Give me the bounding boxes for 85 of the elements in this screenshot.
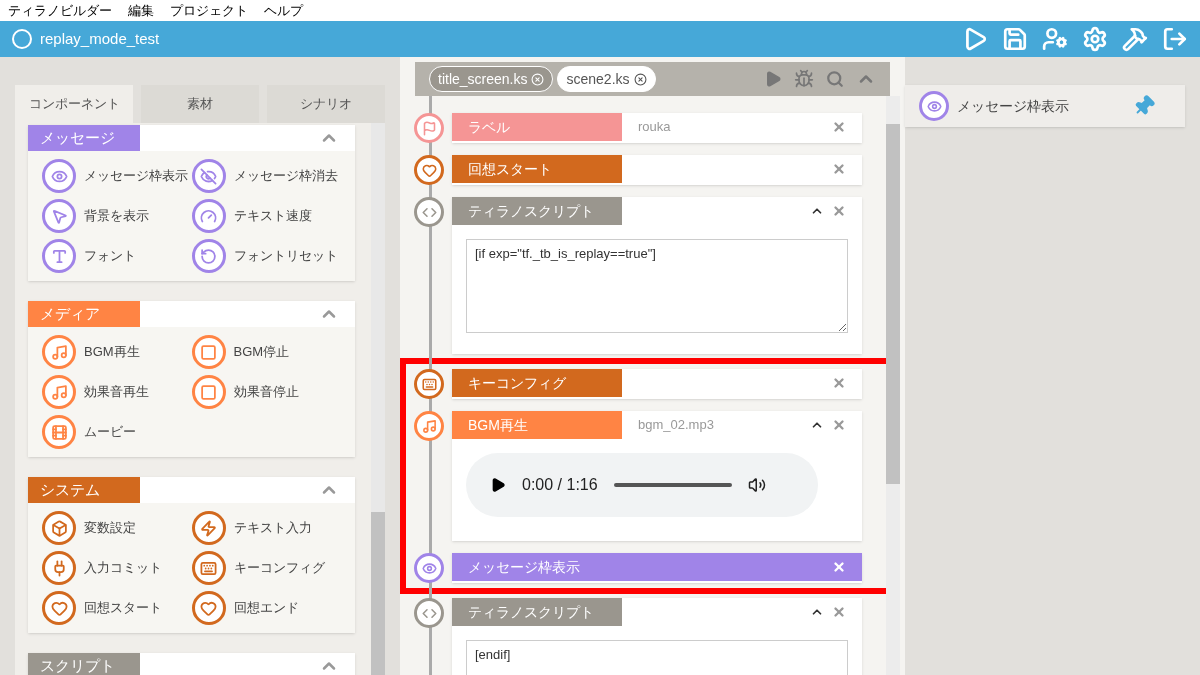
component-item[interactable]: フォント [42, 239, 192, 273]
audio-time: 0:00 / 1:16 [522, 475, 598, 495]
exit-icon[interactable] [1162, 26, 1188, 52]
component-item[interactable]: フォントリセット [191, 239, 341, 273]
section-title: システム [28, 477, 140, 503]
menu-item[interactable]: プロジェクト [170, 0, 248, 21]
type-icon [42, 239, 76, 273]
section-title: メディア [28, 301, 140, 327]
bug-icon[interactable] [794, 69, 814, 89]
block-title: ティラノスクリプト [452, 598, 622, 626]
block-title: ティラノスクリプト [452, 197, 622, 225]
component-item[interactable]: 変数設定 [42, 511, 192, 545]
flag-icon [414, 113, 444, 143]
code-icon [414, 598, 444, 628]
reset-icon [191, 239, 226, 273]
menu-item[interactable]: 編集 [128, 0, 154, 21]
component-item[interactable]: 入力コミット [42, 551, 192, 585]
component-item[interactable]: 効果音再生 [42, 375, 192, 409]
menu-item[interactable]: ヘルプ [264, 0, 303, 21]
gauge-icon [191, 199, 226, 233]
block-card[interactable]: BGM再生 bgm_02.mp3 0:00 / 1:16 [452, 411, 862, 541]
play-icon[interactable] [490, 477, 506, 493]
music-icon [42, 375, 76, 409]
file-tab[interactable]: scene2.ks [557, 66, 656, 92]
block-value: bgm_02.mp3 [638, 416, 714, 435]
component-item[interactable]: 効果音停止 [191, 375, 341, 409]
search-icon[interactable] [826, 70, 844, 88]
menu-item[interactable]: ティラノビルダー [8, 0, 112, 21]
stop-icon [191, 335, 226, 369]
panel-tab[interactable]: シナリオ [267, 85, 385, 123]
eye-off-icon [191, 159, 226, 193]
component-item[interactable]: メッセージ枠表示 [42, 159, 192, 193]
cube-icon [42, 511, 76, 545]
keyboard-icon [191, 551, 226, 585]
block-value: rouka [638, 118, 671, 137]
component-item[interactable]: キーコンフィグ [191, 551, 341, 585]
audio-player[interactable]: 0:00 / 1:16 [466, 453, 818, 517]
block-card[interactable]: ティラノスクリプト [if exp="tf._tb_is_replay==true"] [452, 197, 862, 354]
component-item[interactable]: テキスト速度 [191, 199, 341, 233]
block-title: キーコンフィグ [452, 369, 622, 397]
block-title: 回想スタート [452, 155, 622, 183]
block-card[interactable]: 回想スタート [452, 155, 862, 185]
component-item[interactable]: テキスト入力 [191, 511, 341, 545]
script-field[interactable]: [if exp="tf._tb_is_replay==true"] [466, 239, 848, 333]
section-title: スクリプト [28, 653, 140, 675]
component-item[interactable]: BGM再生 [42, 335, 192, 369]
save-icon[interactable] [1002, 26, 1028, 52]
close-icon[interactable] [832, 560, 846, 574]
code-icon [414, 197, 444, 227]
panel-tab[interactable]: 素材 [141, 85, 259, 123]
component-item[interactable]: 背景を表示 [42, 199, 192, 233]
music-icon [42, 335, 76, 369]
component-item[interactable]: メッセージ枠消去 [191, 159, 341, 193]
music-icon [414, 411, 444, 441]
stop-icon [191, 375, 226, 409]
eye-icon [414, 553, 444, 583]
plug-icon [42, 551, 76, 585]
eye-icon [919, 91, 949, 121]
block-title: ラベル [452, 113, 622, 141]
component-item[interactable]: 回想スタート [42, 591, 192, 625]
hammer-icon[interactable] [1122, 26, 1148, 52]
volume-icon[interactable] [747, 476, 766, 494]
settings-icon[interactable] [1082, 26, 1108, 52]
block-card[interactable]: ティラノスクリプト [endif] [452, 598, 862, 675]
scrollbar[interactable] [886, 96, 900, 675]
film-icon [42, 415, 76, 449]
close-icon[interactable] [633, 72, 647, 86]
logo-icon [12, 29, 32, 49]
section-title: メッセージ [28, 125, 140, 151]
component-item[interactable]: BGM停止 [191, 335, 341, 369]
script-field[interactable]: [endif] [466, 640, 848, 675]
eye-icon [42, 159, 76, 193]
keyboard-icon [414, 369, 444, 399]
component-item[interactable]: 回想エンド [191, 591, 341, 625]
panel-tab[interactable]: コンポーネント [15, 85, 133, 123]
lightning-icon [191, 511, 226, 545]
pointer-icon [42, 199, 76, 233]
block-title: BGM再生 [452, 411, 622, 439]
audio-progress-track[interactable] [613, 483, 732, 487]
scrollbar[interactable] [371, 123, 385, 675]
panel-title: メッセージ枠表示 [957, 96, 1069, 116]
user-settings-icon[interactable] [1042, 26, 1068, 52]
project-title: replay_mode_test [40, 28, 160, 49]
block-card[interactable]: キーコンフィグ [452, 369, 862, 399]
component-item[interactable]: ムービー [42, 415, 192, 449]
